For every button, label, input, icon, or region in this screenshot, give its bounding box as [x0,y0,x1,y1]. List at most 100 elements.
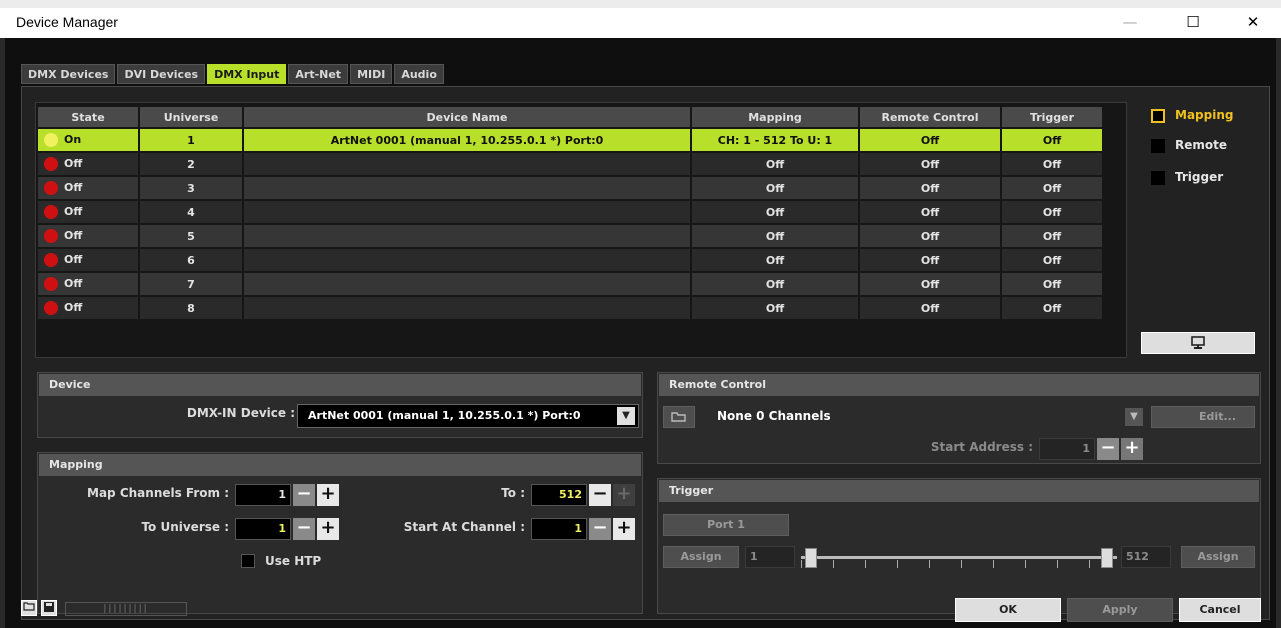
remote-cell[interactable]: Off [860,249,1002,271]
apply-button[interactable]: Apply [1067,598,1173,622]
mapping-cell[interactable]: CH: 1 - 512 To U: 1 [692,129,860,151]
header-universe[interactable]: Universe [140,107,244,127]
header-trigger[interactable]: Trigger [1002,107,1104,127]
range-max-input[interactable]: 512 [1121,546,1171,568]
table-row[interactable]: Off 3 Off Off Off [38,177,1104,199]
device-name-cell[interactable] [244,201,692,223]
minus-icon[interactable]: − [293,518,315,540]
universe-cell[interactable]: 1 [140,129,244,151]
table-row[interactable]: Off 4 Off Off Off [38,201,1104,223]
port-1-button[interactable]: Port 1 [663,514,789,536]
trigger-cell[interactable]: Off [1002,249,1104,271]
state-cell[interactable]: Off [38,153,140,175]
cancel-button[interactable]: Cancel [1179,598,1261,622]
legend-trigger[interactable]: Trigger [1151,170,1223,185]
plus-icon[interactable]: + [317,484,339,506]
start-address-input[interactable]: 1 [1039,438,1095,460]
device-name-cell[interactable] [244,273,692,295]
state-cell[interactable]: Off [38,273,140,295]
state-cell[interactable]: Off [38,201,140,223]
slider-handle-max[interactable] [1101,548,1113,568]
minus-icon[interactable]: − [589,484,611,506]
state-cell[interactable]: Off [38,225,140,247]
device-name-cell[interactable] [244,153,692,175]
device-name-cell[interactable] [244,177,692,199]
device-name-cell[interactable]: ArtNet 0001 (manual 1, 10.255.0.1 *) Por… [244,129,692,151]
mapping-cell[interactable]: Off [692,201,860,223]
table-row[interactable]: Off 2 Off Off Off [38,153,1104,175]
universe-cell[interactable]: 5 [140,225,244,247]
use-htp-checkbox[interactable] [241,554,255,568]
state-cell[interactable]: Off [38,297,140,319]
tab-midi[interactable]: MIDI [350,64,393,84]
universe-cell[interactable]: 4 [140,201,244,223]
minus-icon[interactable]: − [1097,438,1119,460]
tab-dmx-input[interactable]: DMX Input [207,64,287,84]
minus-icon[interactable]: − [293,484,315,506]
plus-icon[interactable]: + [317,518,339,540]
trigger-cell[interactable]: Off [1002,225,1104,247]
legend-mapping[interactable]: Mapping [1151,108,1233,123]
device-name-cell[interactable] [244,249,692,271]
tab-dvi-devices[interactable]: DVI Devices [117,64,206,84]
close-button[interactable]: ✕ [1230,8,1276,38]
plus-icon[interactable]: + [1121,438,1143,460]
monitor-button[interactable] [1141,332,1255,354]
header-mapping[interactable]: Mapping [692,107,860,127]
maximize-button[interactable]: ☐ [1170,8,1216,38]
open-file-button[interactable] [21,600,37,616]
remote-cell[interactable]: Off [860,153,1002,175]
remote-cell[interactable]: Off [860,225,1002,247]
state-cell[interactable]: Off [38,177,140,199]
header-device-name[interactable]: Device Name [244,107,692,127]
remote-cell[interactable]: Off [860,273,1002,295]
remote-preset-select[interactable]: None 0 Channels [717,409,831,423]
save-button[interactable] [41,600,57,616]
table-row[interactable]: Off 8 Off Off Off [38,297,1104,319]
assign-right-button[interactable]: Assign [1181,546,1255,568]
universe-cell[interactable]: 6 [140,249,244,271]
device-name-cell[interactable] [244,297,692,319]
range-min-input[interactable]: 1 [745,546,795,568]
universe-cell[interactable]: 8 [140,297,244,319]
minus-icon[interactable]: − [589,518,611,540]
mapping-cell[interactable]: Off [692,273,860,295]
to-input[interactable]: 512 [531,484,587,506]
universe-cell[interactable]: 7 [140,273,244,295]
remote-cell[interactable]: Off [860,201,1002,223]
chevron-down-icon[interactable]: ▼ [617,407,635,425]
remote-cell[interactable]: Off [860,129,1002,151]
mapping-cell[interactable]: Off [692,153,860,175]
slider-handle-min[interactable] [805,548,817,568]
trigger-cell[interactable]: Off [1002,201,1104,223]
device-name-cell[interactable] [244,225,692,247]
dmx-in-device-dropdown[interactable]: ArtNet 0001 (manual 1, 10.255.0.1 *) Por… [297,404,639,428]
ok-button[interactable]: OK [955,598,1061,622]
table-row[interactable]: Off 6 Off Off Off [38,249,1104,271]
edit-button[interactable]: Edit... [1151,406,1255,428]
universe-cell[interactable]: 2 [140,153,244,175]
table-row[interactable]: Off 5 Off Off Off [38,225,1104,247]
state-cell[interactable]: Off [38,249,140,271]
header-state[interactable]: State [38,107,140,127]
to-universe-input[interactable]: 1 [235,518,291,540]
table-row[interactable]: On 1 ArtNet 0001 (manual 1, 10.255.0.1 *… [38,129,1104,151]
table-row[interactable]: Off 7 Off Off Off [38,273,1104,295]
assign-left-button[interactable]: Assign [663,546,739,568]
plus-icon[interactable]: + [613,518,635,540]
trigger-cell[interactable]: Off [1002,273,1104,295]
plus-icon[interactable]: + [613,484,635,506]
minimize-button[interactable]: — [1107,8,1153,38]
trigger-cell[interactable]: Off [1002,129,1104,151]
universe-cell[interactable]: 3 [140,177,244,199]
header-remote-control[interactable]: Remote Control [860,107,1002,127]
range-slider[interactable] [801,546,1117,570]
mapping-cell[interactable]: Off [692,177,860,199]
tab-audio[interactable]: Audio [394,64,444,84]
trigger-cell[interactable]: Off [1002,297,1104,319]
start-at-channel-input[interactable]: 1 [531,518,587,540]
chevron-down-icon[interactable]: ▼ [1125,408,1143,426]
legend-remote[interactable]: Remote [1151,138,1227,153]
map-channels-from-input[interactable]: 1 [235,484,291,506]
trigger-cell[interactable]: Off [1002,153,1104,175]
